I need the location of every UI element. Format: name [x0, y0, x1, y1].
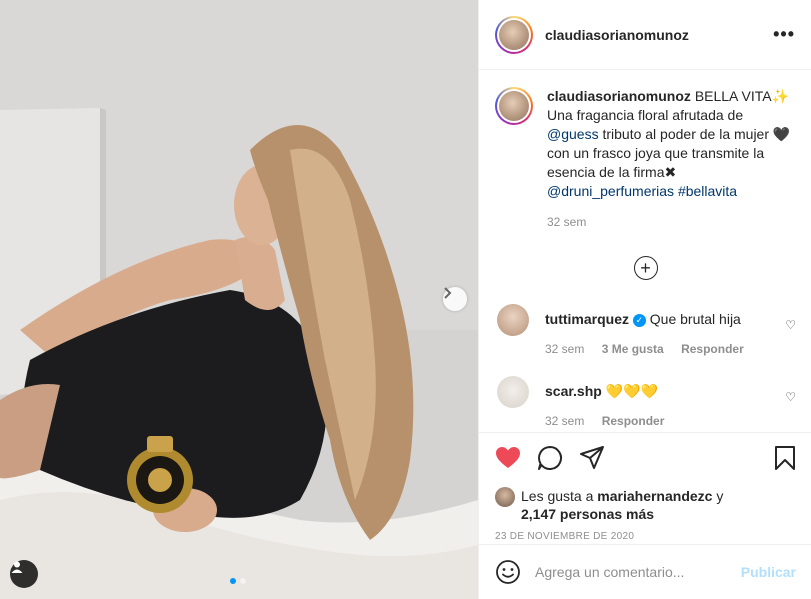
action-icons [495, 443, 796, 473]
emoji-icon[interactable] [495, 559, 521, 585]
post-header: claudiasorianomunoz ••• [479, 0, 811, 70]
comment-text: Que brutal hija [649, 311, 741, 327]
caption-line-1: Una fragancia floral afrutada de [547, 107, 744, 123]
plus-circle-icon[interactable]: + [633, 256, 658, 280]
caption-meta: 32 sem [547, 213, 796, 232]
carousel-dot-2 [240, 578, 246, 584]
author-username[interactable]: claudiasorianomunoz [545, 27, 689, 43]
liker-username[interactable]: mariahernandezc [597, 488, 712, 504]
tagged-users-button[interactable] [10, 560, 38, 588]
post-photo[interactable] [0, 0, 478, 599]
comment-like-icon[interactable]: ♡ [785, 318, 796, 332]
next-photo-button[interactable] [443, 287, 467, 311]
publish-button[interactable]: Publicar [741, 564, 796, 580]
carousel-indicator [230, 578, 246, 584]
black-heart-icon: 🖤 [772, 126, 791, 142]
more-options-icon[interactable]: ••• [773, 24, 795, 45]
caption: claudiasorianomunoz BELLA VITA✨ Una frag… [495, 87, 796, 232]
add-comment-bar: Publicar [479, 544, 811, 599]
comment-time[interactable]: 32 sem [545, 414, 584, 428]
post-date[interactable]: 23 DE NOVIEMBRE DE 2020 [495, 531, 796, 542]
caption-avatar[interactable] [495, 87, 533, 125]
user-icon [11, 561, 23, 573]
reply-button[interactable]: Responder [602, 414, 665, 428]
load-more-comments: + [495, 256, 796, 280]
caption-title: BELLA VITA [694, 88, 772, 104]
comments-section: claudiasorianomunoz BELLA VITA✨ Una frag… [479, 71, 811, 431]
likes-count[interactable]: 2,147 personas más [521, 506, 654, 522]
comment-item: scar.shp 💛💛💛 32 sem Responder ♡ [495, 376, 796, 430]
hashtag-bellavita[interactable]: #bellavita [678, 183, 737, 199]
comment-input[interactable] [535, 564, 741, 580]
share-icon[interactable] [579, 445, 605, 471]
post-actions: Les gusta a mariahernandezc y 2,147 pers… [479, 432, 811, 542]
likes-summary: Les gusta a mariahernandezc y 2,147 pers… [495, 487, 796, 523]
caption-time[interactable]: 32 sem [547, 215, 586, 229]
comment-item: tuttimarquez ✓ Que brutal hija 32 sem 3 … [495, 304, 796, 358]
like-heart-icon[interactable] [495, 446, 521, 470]
reply-button[interactable]: Responder [681, 342, 744, 356]
likes-prefix: Les gusta a [521, 488, 594, 504]
sparkles-icon: ✨ [771, 88, 790, 104]
comment-username[interactable]: scar.shp [545, 383, 602, 399]
mention-guess[interactable]: @guess [547, 126, 599, 142]
liker-avatar[interactable] [495, 487, 515, 507]
comment-icon[interactable] [537, 445, 563, 471]
chevron-right-icon [444, 287, 452, 299]
commenter-avatar[interactable] [497, 304, 529, 336]
caption-text: claudiasorianomunoz BELLA VITA✨ Una frag… [547, 87, 796, 232]
carousel-dot-1 [230, 578, 236, 584]
verified-badge-icon: ✓ [632, 313, 646, 327]
author-avatar[interactable] [495, 15, 533, 54]
comment-likes[interactable]: 3 Me gusta [602, 342, 664, 356]
mention-druni[interactable]: @druni_perfumerias [547, 183, 674, 199]
comment-meta: 32 sem Responder [545, 412, 775, 430]
caption-username[interactable]: claudiasorianomunoz [547, 88, 691, 104]
comment-text: 💛💛💛 [605, 383, 659, 399]
comment-meta: 32 sem 3 Me gusta Responder [545, 340, 775, 358]
commenter-avatar[interactable] [497, 376, 529, 408]
bookmark-icon[interactable] [774, 445, 796, 471]
post-panel: claudiasorianomunoz ••• claudiasorianomu… [478, 0, 811, 599]
comment-like-icon[interactable]: ♡ [785, 390, 796, 404]
cross-icon: ✖ [664, 164, 677, 180]
caption-line-2: tributo al poder de la mujer [602, 126, 770, 142]
comment-username[interactable]: tuttimarquez [545, 311, 629, 327]
comment-time[interactable]: 32 sem [545, 342, 584, 356]
photo-illustration [0, 0, 478, 599]
caption-line-3: con un frasco joya que transmite [547, 145, 750, 161]
likes-connector: y [716, 488, 724, 504]
